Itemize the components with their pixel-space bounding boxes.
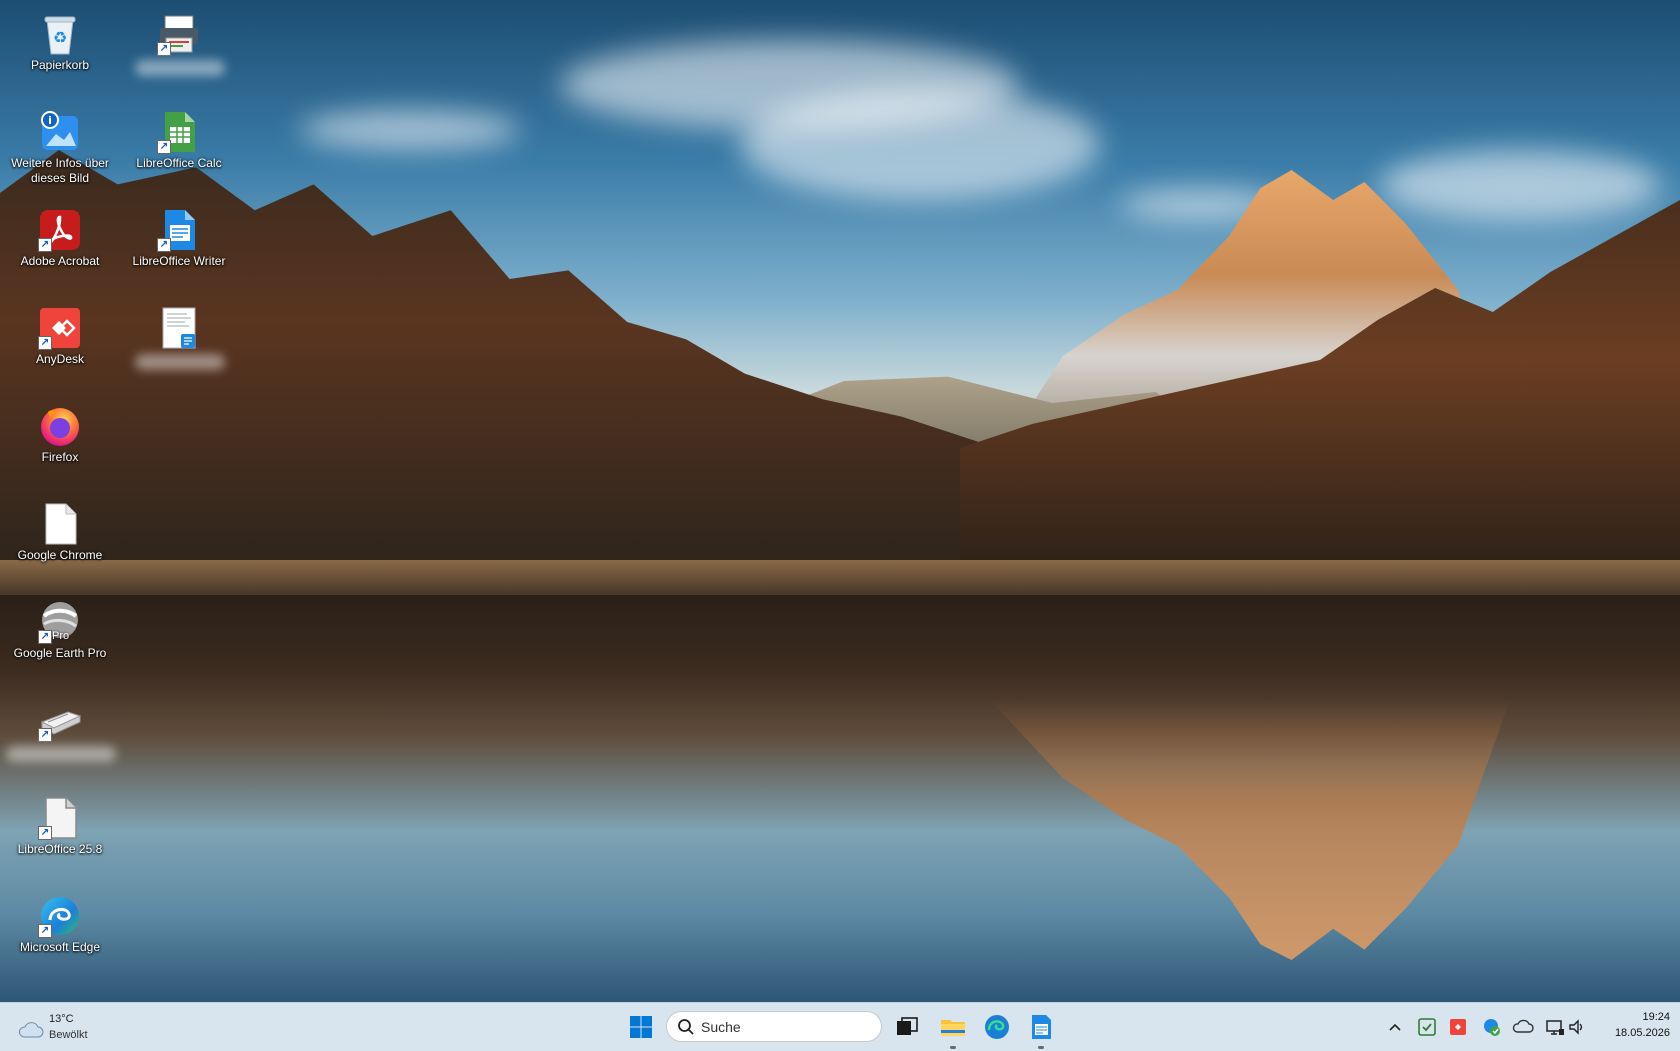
start-button[interactable]	[624, 1010, 658, 1044]
desktop-icon-label: Weitere Infos über dieses Bild	[11, 156, 109, 185]
desktop-icon-recycle-bin[interactable]: ♻ Papierkorb	[2, 4, 118, 92]
shortcut-arrow-icon: ↗	[157, 140, 171, 154]
shortcut-arrow-icon: ↗	[157, 42, 171, 56]
printer-icon: ↗	[157, 12, 201, 56]
clock-date: 18.05.2026	[1614, 1027, 1670, 1039]
libreoffice-calc-icon: ↗	[157, 110, 201, 154]
desktop-icon-label: Firefox	[41, 450, 79, 464]
adobe-acrobat-icon: ↗	[38, 208, 82, 252]
task-view-icon	[897, 1017, 918, 1035]
shortcut-arrow-icon: ↗	[157, 238, 171, 252]
search-icon	[678, 1019, 694, 1035]
scanner-icon: ↗	[38, 698, 82, 742]
anydesk-icon	[1450, 1019, 1466, 1035]
weather-condition: Bewölkt	[49, 1029, 88, 1041]
speaker-icon	[1569, 1019, 1583, 1035]
search-placeholder: Suche	[701, 1019, 741, 1035]
tray-sync-app[interactable]	[1480, 1016, 1502, 1038]
desktop-icon-libreoffice-writer[interactable]: ↗ LibreOffice Writer	[121, 200, 237, 288]
shortcut-arrow-icon: ↗	[38, 238, 52, 252]
windows-logo-icon	[630, 1016, 652, 1038]
libreoffice-writer-icon: ↗	[157, 208, 201, 252]
firefox-icon	[38, 404, 82, 448]
tray-network[interactable]	[1544, 1016, 1566, 1038]
shortcut-arrow-icon: ↗	[38, 336, 52, 350]
desktop-icon-label: LibreOffice Calc	[136, 156, 222, 170]
desktop-icon-label: LibreOffice 25.8	[17, 842, 103, 856]
show-hidden-icons-button[interactable]	[1384, 1016, 1406, 1038]
desktop-icon-label: Google Chrome	[17, 548, 103, 562]
desktop-icon-scanner-app[interactable]: ↗	[2, 690, 118, 778]
desktop-icon-libreoffice[interactable]: ↗ LibreOffice 25.8	[2, 788, 118, 876]
task-view-button[interactable]	[890, 1010, 924, 1044]
blurred-label	[6, 746, 116, 762]
running-indicator	[950, 1046, 956, 1049]
cloud-icon	[18, 1022, 44, 1038]
desktop-icon-spotlight-info[interactable]: i Weitere Infos über dieses Bild	[2, 102, 118, 190]
edge-icon	[985, 1015, 1009, 1039]
shortcut-arrow-icon: ↗	[38, 924, 52, 938]
desktop-icon-adobe-acrobat[interactable]: ↗ Adobe Acrobat	[2, 200, 118, 288]
anydesk-icon: ↗	[38, 306, 82, 350]
sync-status-icon	[1484, 1019, 1500, 1036]
desktop-icon-label: AnyDesk	[35, 352, 85, 366]
folder-icon	[941, 1020, 965, 1036]
desktop-icon-google-chrome[interactable]: Google Chrome	[2, 494, 118, 582]
pro-badge: Pro	[52, 630, 70, 642]
edge-icon: ↗	[38, 894, 82, 938]
desktop-icon-label: Google Earth Pro	[13, 646, 107, 660]
desktop-icon-label: Microsoft Edge	[19, 940, 101, 954]
libreoffice-icon: ↗	[38, 796, 82, 840]
desktop-icon-label: LibreOffice Writer	[132, 254, 226, 268]
libreoffice-writer-icon	[1032, 1015, 1051, 1039]
desktop-icon-document[interactable]	[121, 298, 237, 386]
blurred-label	[135, 60, 225, 76]
chevron-up-icon	[1389, 1023, 1401, 1031]
desktop-icon-firefox[interactable]: Firefox	[2, 396, 118, 484]
desktop-icon-google-earth-pro[interactable]: Pro ↗ Google Earth Pro	[2, 592, 118, 680]
taskbar-clock[interactable]: 19:24 18.05.2026	[1598, 1009, 1670, 1041]
desktop-icon-label: Adobe Acrobat	[20, 254, 100, 268]
desktop-icon-microsoft-edge[interactable]: ↗ Microsoft Edge	[2, 886, 118, 974]
spotlight-info-icon: i	[38, 110, 82, 154]
running-indicator	[1038, 1046, 1044, 1049]
shortcut-arrow-icon: ↗	[38, 728, 52, 742]
onedrive-cloud-icon	[1512, 1019, 1534, 1033]
tray-anydesk[interactable]	[1447, 1016, 1469, 1038]
desktop-icon-anydesk[interactable]: ↗ AnyDesk	[2, 298, 118, 386]
google-earth-icon: Pro ↗	[38, 600, 82, 644]
weather-widget[interactable]: 13°C Bewölkt	[16, 1011, 116, 1045]
tray-volume[interactable]	[1566, 1016, 1588, 1038]
taskbar-search[interactable]: Suche	[666, 1011, 882, 1042]
network-icon	[1546, 1020, 1564, 1035]
taskbar-file-explorer[interactable]	[936, 1010, 970, 1049]
weather-temperature: 13°C	[49, 1013, 74, 1025]
desktop-icon-libreoffice-calc[interactable]: ↗ LibreOffice Calc	[121, 102, 237, 190]
shield-check-icon	[1418, 1018, 1436, 1036]
svg-text:i: i	[48, 114, 52, 127]
document-icon	[157, 306, 201, 350]
tray-security-app[interactable]	[1416, 1016, 1438, 1038]
shortcut-arrow-icon: ↗	[38, 826, 52, 840]
desktop-wallpaper	[0, 0, 1680, 1002]
blank-file-icon	[38, 502, 82, 546]
svg-text:♻: ♻	[53, 28, 67, 47]
taskbar: 13°C Bewölkt Suche 19:24 18.05.2026	[0, 1002, 1680, 1051]
recycle-bin-icon: ♻	[38, 12, 82, 56]
desktop-icon-printer-app[interactable]: ↗	[121, 4, 237, 92]
desktop-icon-label: Papierkorb	[30, 58, 90, 72]
shortcut-arrow-icon: ↗	[38, 630, 52, 644]
taskbar-libreoffice-writer[interactable]	[1024, 1010, 1058, 1049]
blurred-label	[135, 354, 225, 370]
taskbar-microsoft-edge[interactable]	[980, 1010, 1014, 1044]
clock-time: 19:24	[1642, 1011, 1670, 1023]
tray-onedrive[interactable]	[1512, 1016, 1534, 1038]
